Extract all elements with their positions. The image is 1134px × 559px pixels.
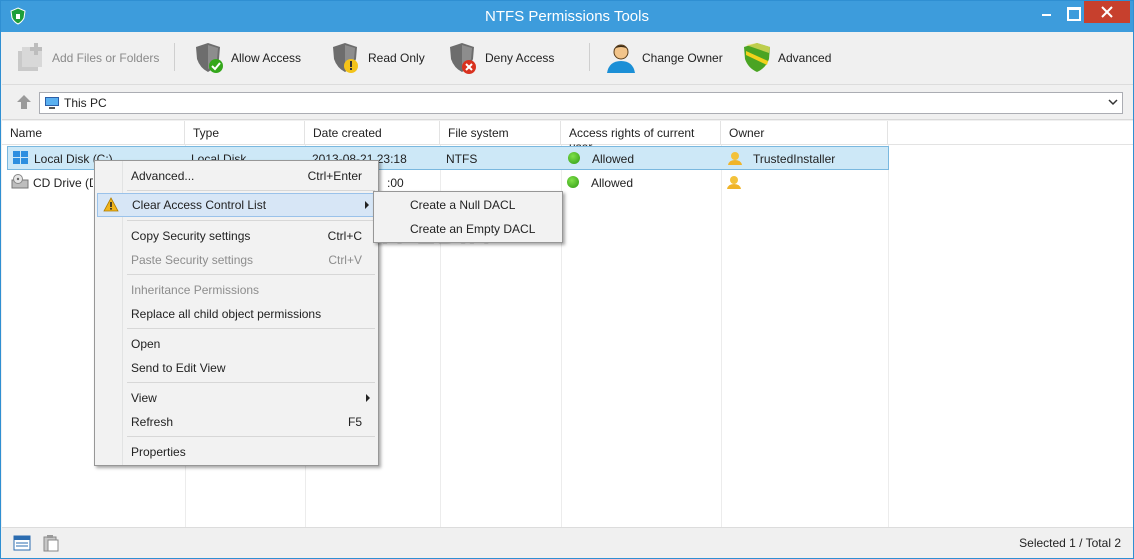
column-header-date[interactable]: Date created — [305, 121, 440, 145]
chevron-down-icon[interactable] — [1108, 98, 1118, 106]
read-only-button[interactable]: Read Only — [330, 40, 425, 76]
owner-user-icon — [727, 176, 741, 189]
toolbar-separator — [589, 43, 590, 71]
close-button[interactable] — [1084, 1, 1130, 23]
advanced-label: Advanced — [778, 51, 832, 65]
column-divider — [888, 145, 889, 527]
advanced-button[interactable]: Advanced — [740, 40, 831, 76]
selection-status: Selected 1 / Total 2 — [1019, 536, 1121, 550]
menu-separator — [127, 436, 375, 437]
user-icon — [607, 44, 635, 73]
add-files-label: Add Files or Folders — [52, 51, 160, 65]
cd-drive-icon — [11, 174, 29, 189]
allow-access-button[interactable]: Allow Access — [193, 40, 301, 76]
menu-item-shortcut: Ctrl+C — [327, 229, 362, 243]
menu-item-label: Send to Edit View — [131, 361, 226, 375]
column-header-owner[interactable]: Owner — [721, 121, 888, 145]
menu-item-copy-security[interactable]: Copy Security settings Ctrl+C — [97, 225, 376, 247]
menu-item-shortcut: Ctrl+Enter — [307, 169, 362, 183]
menu-item-empty-dacl[interactable]: Create an Empty DACL — [376, 218, 560, 240]
menu-item-advanced[interactable]: Advanced... Ctrl+Enter — [97, 165, 376, 187]
minimize-button[interactable] — [1033, 1, 1059, 23]
deny-access-label: Deny Access — [485, 51, 555, 65]
allowed-status-icon — [567, 176, 579, 188]
menu-separator — [127, 382, 375, 383]
menu-separator — [127, 190, 375, 191]
menu-item-label: View — [131, 391, 157, 405]
owner-user-icon — [728, 152, 742, 165]
menu-item-shortcut: Ctrl+V — [328, 253, 362, 267]
menu-separator — [127, 328, 375, 329]
row-name: CD Drive (D: — [33, 176, 93, 190]
add-files-button[interactable]: Add Files or Folders — [14, 40, 159, 76]
menu-item-label: Clear Access Control List — [132, 198, 267, 212]
column-header-access[interactable]: Access rights of current user — [561, 121, 721, 154]
menu-item-label: Inheritance Permissions — [131, 283, 260, 297]
up-arrow-icon[interactable] — [15, 93, 33, 111]
address-bar: This PC — [2, 86, 1133, 120]
shield-deny-icon — [450, 43, 476, 74]
column-header-name[interactable]: Name — [2, 121, 185, 145]
menu-separator — [127, 220, 375, 221]
column-divider — [721, 145, 722, 527]
title-bar: NTFS Permissions Tools — [1, 1, 1133, 32]
menu-item-label: Properties — [131, 445, 186, 459]
add-files-icon — [18, 43, 42, 71]
allowed-status-icon — [568, 152, 580, 164]
menu-item-label: Paste Security settings — [131, 253, 254, 267]
menu-item-refresh[interactable]: Refresh F5 — [97, 411, 376, 433]
local-disk-icon — [13, 151, 28, 164]
menu-item-clear-acl[interactable]: Clear Access Control List — [97, 193, 376, 217]
toolbar: Add Files or Folders Allow Access Read O… — [2, 32, 1133, 85]
address-path: This PC — [64, 96, 107, 110]
menu-item-label: Copy Security settings — [131, 229, 251, 243]
menu-item-label: Open — [131, 337, 161, 351]
clear-acl-submenu: Create a Null DACL Create an Empty DACL — [373, 191, 563, 243]
menu-item-label: Replace all child object permissions — [131, 307, 322, 321]
computer-icon — [45, 97, 59, 109]
menu-item-open[interactable]: Open — [97, 333, 376, 355]
menu-item-label: Create an Empty DACL — [410, 222, 536, 236]
menu-item-replace-child[interactable]: Replace all child object permissions — [97, 303, 376, 325]
row-access: Allowed — [592, 152, 635, 166]
maximize-button[interactable] — [1059, 1, 1085, 23]
toolbar-separator — [174, 43, 175, 71]
change-owner-button[interactable]: Change Owner — [604, 40, 723, 76]
menu-item-paste-security[interactable]: Paste Security settings Ctrl+V — [97, 249, 376, 271]
menu-item-label: Create a Null DACL — [410, 198, 516, 212]
close-icon — [1101, 6, 1113, 18]
menu-item-shortcut: F5 — [347, 415, 362, 429]
column-header-filler — [888, 121, 1133, 145]
list-view-icon[interactable] — [13, 534, 31, 552]
address-combobox[interactable]: This PC — [39, 92, 1123, 114]
submenu-arrow-icon — [365, 201, 369, 209]
submenu-arrow-icon — [366, 394, 370, 402]
column-header-type[interactable]: Type — [185, 121, 305, 145]
row-filesystem: NTFS — [446, 152, 478, 166]
menu-item-inheritance[interactable]: Inheritance Permissions — [97, 279, 376, 301]
deny-access-button[interactable]: Deny Access — [447, 40, 554, 76]
menu-item-view[interactable]: View — [97, 387, 376, 409]
context-menu: Advanced... Ctrl+Enter Clear Access Cont… — [94, 160, 379, 466]
shield-allow-icon — [196, 43, 223, 73]
shield-advanced-icon — [744, 43, 770, 72]
warning-icon — [103, 197, 119, 212]
menu-separator — [127, 274, 375, 275]
status-bar: Selected 1 / Total 2 — [2, 527, 1133, 558]
row-access: Allowed — [591, 176, 634, 190]
column-header-filesystem[interactable]: File system — [440, 121, 561, 145]
change-owner-label: Change Owner — [642, 51, 723, 65]
window-title: NTFS Permissions Tools — [485, 8, 649, 25]
row-owner: TrustedInstaller — [753, 152, 836, 166]
menu-item-send-to-edit[interactable]: Send to Edit View — [97, 357, 376, 379]
read-only-label: Read Only — [368, 51, 425, 65]
menu-item-label: Advanced... — [131, 169, 195, 183]
clipboard-icon[interactable] — [42, 534, 60, 552]
row-date: :00 — [387, 176, 404, 190]
allow-access-label: Allow Access — [231, 51, 302, 65]
menu-item-label: Refresh — [131, 415, 174, 429]
shield-warning-icon — [333, 43, 358, 73]
menu-item-null-dacl[interactable]: Create a Null DACL — [376, 194, 560, 216]
menu-item-properties[interactable]: Properties — [97, 441, 376, 463]
